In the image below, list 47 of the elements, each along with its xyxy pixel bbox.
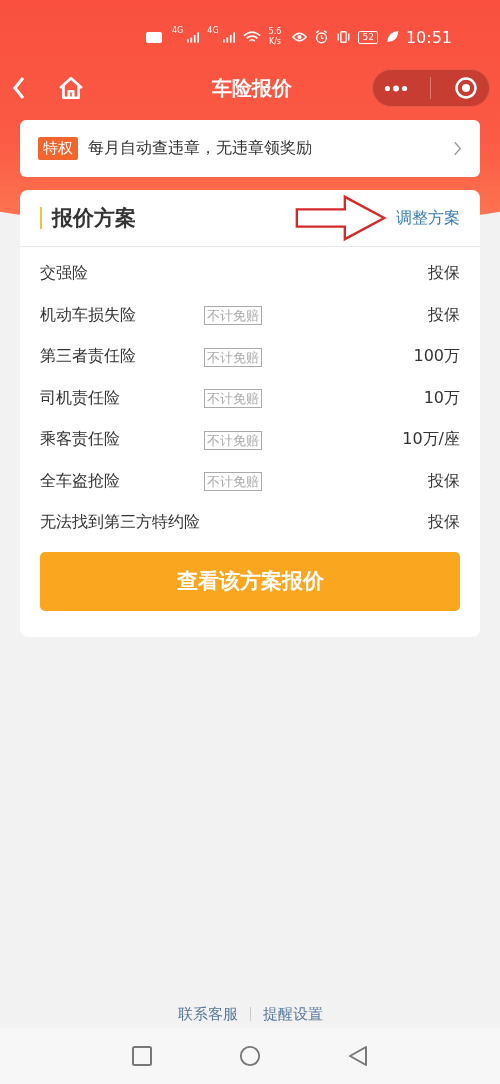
deductible-tag: 不计免赔 — [204, 347, 262, 367]
coverage-value: 投保 — [428, 304, 460, 326]
recent-apps-icon[interactable] — [131, 1045, 153, 1067]
coverage-name: 无法找到第三方特约险 — [40, 512, 201, 534]
coverage-value: 10万 — [423, 387, 460, 409]
deductible-tag: 不计免赔 — [204, 472, 262, 492]
back-triangle-icon[interactable] — [347, 1045, 369, 1067]
coverage-name: 乘客责任险 — [40, 429, 121, 451]
coverage-name: 交强险 — [40, 263, 89, 285]
coverage-name: 第三者责任险 — [40, 346, 137, 368]
signal-icon — [187, 31, 200, 43]
coverage-value: 10万/座 — [402, 429, 460, 451]
network-type: 4G — [207, 26, 219, 35]
coverage-value: 投保 — [428, 263, 460, 285]
battery-level: 52 — [358, 30, 378, 44]
speed-value: 5.6 — [268, 27, 282, 37]
deductible-tag: 不计免赔 — [204, 389, 262, 409]
coverage-value: 投保 — [428, 470, 460, 492]
footer-link[interactable]: 联系客服 — [177, 1004, 238, 1024]
close-icon[interactable] — [453, 76, 478, 100]
home-circle-icon[interactable] — [239, 1045, 261, 1067]
wifi-icon — [242, 30, 261, 44]
page-title: 车险报价 — [211, 74, 293, 102]
privilege-tag: 特权 — [38, 137, 78, 160]
clock: 10:51 — [405, 27, 452, 47]
chevron-icon — [453, 140, 462, 157]
coverage-value: 100万 — [413, 346, 460, 368]
footer-link[interactable]: 提醒设置 — [262, 1004, 323, 1024]
back-icon[interactable] — [12, 76, 26, 100]
vibrate-icon — [336, 30, 352, 44]
promo-banner[interactable]: 特权 每月自动查违章，无违章领奖励 — [20, 120, 480, 177]
coverage-value: 投保 — [428, 512, 460, 534]
section-title: 报价方案 — [40, 207, 286, 229]
coverage-name: 司机责任险 — [40, 387, 121, 409]
deductible-tag: 不计免赔 — [204, 430, 262, 450]
signal-icon — [222, 31, 235, 43]
promo-text: 每月自动查违章，无违章领奖励 — [88, 138, 313, 159]
coverage-name: 机动车损失险 — [40, 304, 137, 326]
speed-unit: K/s — [268, 37, 281, 47]
home-icon[interactable] — [58, 75, 84, 101]
network-type: 4G — [172, 26, 184, 35]
coverage-name: 全车盗抢险 — [40, 470, 121, 492]
more-icon[interactable] — [384, 84, 409, 92]
adjust-plan-link[interactable]: 调整方案 — [396, 207, 460, 229]
eye-icon — [292, 30, 308, 44]
deductible-tag: 不计免赔 — [204, 306, 262, 326]
alarm-icon — [314, 30, 330, 44]
